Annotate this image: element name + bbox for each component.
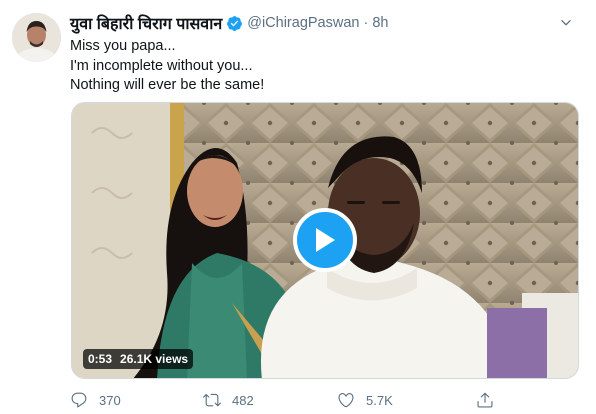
user-handle[interactable]: @iChiragPaswan [247,15,359,31]
video-duration: 0:53 [88,352,113,366]
video-views: 26.1K views [120,352,189,366]
play-button[interactable] [293,208,357,272]
like-icon [338,393,354,408]
tweet-card[interactable]: युवा बिहारी चिराग पासवान @iChiragPaswan … [0,0,596,414]
video-info-badge: 0:53 26.1K views [83,349,194,369]
verified-badge-icon [226,15,243,32]
like-button[interactable]: 5.7K [337,391,393,409]
retweet-icon [203,393,221,407]
avatar[interactable] [12,13,61,62]
reply-icon [71,392,87,408]
tweet-actions: 370 482 5.7K [70,388,510,412]
play-icon [316,228,335,252]
video-player[interactable]: 0:53 26.1K views [71,102,579,379]
tweet-text-line: I'm incomplete without you... [70,57,253,74]
like-count: 5.7K [366,392,393,408]
display-name[interactable]: युवा बिहारी चिराग पासवान [70,12,222,34]
tweet-text: Miss you papa... I'm incomplete without … [70,37,570,96]
tweet-text-line: Miss you papa... [70,38,176,54]
reply-count: 370 [99,392,121,408]
retweet-count: 482 [232,392,254,408]
reply-button[interactable]: 370 [70,391,121,409]
share-button[interactable] [476,391,494,409]
tweet-timestamp[interactable]: 8h [372,15,388,31]
share-icon [477,392,493,408]
tweet-header: युवा बिहारी चिराग पासवान @iChiragPaswan … [70,12,576,34]
separator-dot: · [363,15,369,31]
retweet-button[interactable]: 482 [203,391,254,409]
tweet-text-line: Nothing will ever be the same! [70,77,265,93]
caret-down-icon[interactable] [556,12,576,34]
